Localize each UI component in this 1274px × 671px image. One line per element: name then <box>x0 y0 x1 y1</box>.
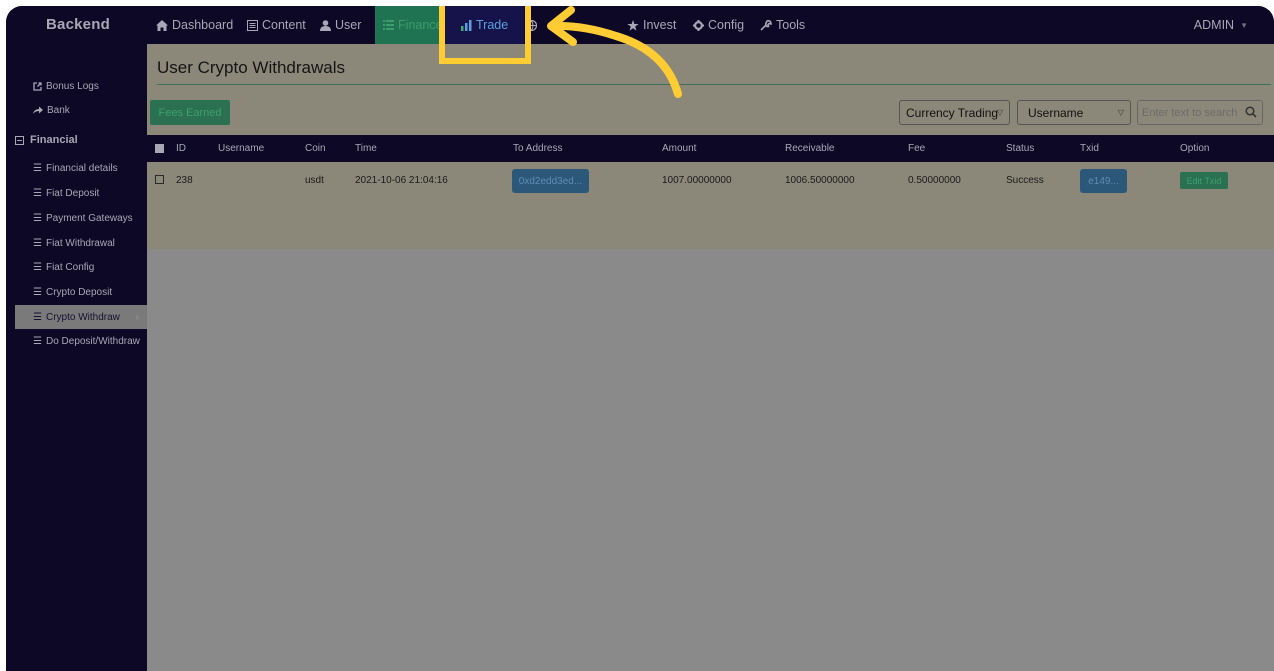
txid-button[interactable]: e149... <box>1080 169 1127 193</box>
column-header-username[interactable]: Username <box>218 135 264 162</box>
sidebar-item-label: Financial details <box>45 162 118 174</box>
external-link-icon <box>33 81 42 91</box>
trading-type-select[interactable]: Currency Trading ▽ <box>899 100 1010 125</box>
sidebar-item-fiat-withdrawal[interactable]: ☰ Fiat Withdrawal <box>6 231 147 255</box>
table-row: 238 usdt 2021-10-06 21:04:16 0xd2edd3ed.… <box>147 162 1274 198</box>
document-icon <box>247 19 258 31</box>
nav-config-label: Config <box>708 18 745 32</box>
title-divider <box>157 84 1271 85</box>
list-icon: ☰ <box>33 311 42 323</box>
column-header-fee[interactable]: Fee <box>908 135 925 162</box>
list-icon: ☰ <box>33 335 42 347</box>
sidebar-item-fiat-config[interactable]: ☰ Fiat Config <box>6 255 147 279</box>
chevron-right-icon: › <box>135 311 139 323</box>
list-icon: ☰ <box>33 162 42 174</box>
nav-dashboard[interactable]: Dashboard <box>156 6 233 44</box>
column-header-receivable[interactable]: Receivable <box>785 135 834 162</box>
nav-config[interactable]: Config <box>693 6 744 44</box>
share-arrow-icon <box>33 106 43 115</box>
column-header-txid[interactable]: Txid <box>1080 135 1099 162</box>
sidebar-item-bank[interactable]: Bank <box>6 98 147 122</box>
brand-logo[interactable]: Backend <box>46 16 110 33</box>
sidebar-item-label: Payment Gateways <box>45 212 133 224</box>
pointer-arrow-icon <box>547 6 682 98</box>
sidebar-item-label: Crypto Deposit <box>45 286 113 298</box>
sidebar-item-do-deposit-withdraw[interactable]: ☰ Do Deposit/Withdraw <box>6 329 147 353</box>
table-header: ID Username Coin Time To Address Amount … <box>147 135 1274 162</box>
sidebar-item-label: Do Deposit/Withdraw <box>45 335 140 347</box>
wrench-icon <box>760 19 772 31</box>
row-checkbox[interactable] <box>155 175 164 184</box>
main-content: User Crypto Withdrawals Fees Earned Curr… <box>147 44 1274 671</box>
sidebar-section-financial[interactable]: Financial <box>6 128 147 152</box>
search-input[interactable]: Enter text to search <box>1137 100 1263 125</box>
sidebar-item-label: Bank <box>47 104 70 116</box>
sidebar-item-label: Crypto Withdraw <box>45 311 120 323</box>
chevron-down-icon: ▽ <box>1117 108 1124 117</box>
home-icon <box>156 19 168 31</box>
column-header-amount[interactable]: Amount <box>662 135 696 162</box>
column-header-coin[interactable]: Coin <box>305 135 326 162</box>
nav-user[interactable]: User <box>320 6 361 44</box>
content-panel: User Crypto Withdrawals Fees Earned Curr… <box>147 44 1274 249</box>
app-window: Backend Dashboard Content User Finance T… <box>6 6 1274 671</box>
collapse-icon <box>15 135 24 145</box>
search-field-value: Username <box>1028 105 1084 120</box>
sidebar-item-label: Fiat Config <box>45 261 95 273</box>
highlight-box <box>439 6 531 64</box>
cell-id: 238 <box>176 174 193 186</box>
cell-coin: usdt <box>305 174 324 186</box>
sidebar: Bonus Logs Bank Financial ☰ Financial de… <box>6 44 147 671</box>
trading-type-value: Currency Trading <box>906 105 999 120</box>
page-title: User Crypto Withdrawals <box>157 58 345 77</box>
sidebar-item-label: Fiat Deposit <box>45 187 100 199</box>
nav-tools-label: Tools <box>776 18 806 32</box>
search-placeholder: Enter text to search <box>1142 106 1238 119</box>
chevron-down-icon: ▽ <box>996 108 1003 117</box>
list-icon: ☰ <box>33 261 42 273</box>
cell-fee: 0.50000000 <box>908 174 961 186</box>
column-header-status[interactable]: Status <box>1006 135 1034 162</box>
sidebar-item-financial-details[interactable]: ☰ Financial details <box>6 156 147 180</box>
sidebar-item-payment-gateways[interactable]: ☰ Payment Gateways <box>6 206 147 230</box>
cell-amount: 1007.00000000 <box>662 174 732 186</box>
nav-finance-label: Finance <box>398 18 443 32</box>
search-icon[interactable] <box>1245 106 1257 121</box>
list-icon: ☰ <box>33 237 42 249</box>
edit-txid-button[interactable]: Edit Txid <box>1180 172 1228 189</box>
sidebar-item-label: Bonus Logs <box>46 80 99 92</box>
column-header-id[interactable]: ID <box>176 135 186 162</box>
list-icon: ☰ <box>33 187 42 199</box>
column-header-to-address[interactable]: To Address <box>513 135 562 162</box>
nav-tools[interactable]: Tools <box>760 6 805 44</box>
sidebar-item-crypto-deposit[interactable]: ☰ Crypto Deposit <box>6 280 147 304</box>
cell-receivable: 1006.50000000 <box>785 174 855 186</box>
nav-user-label: User <box>335 18 362 32</box>
list-icon: ☰ <box>33 286 42 298</box>
sidebar-item-bonus-logs[interactable]: Bonus Logs <box>6 74 147 98</box>
sidebar-item-label: Fiat Withdrawal <box>45 237 115 249</box>
cell-time: 2021-10-06 21:04:16 <box>355 174 448 186</box>
admin-label: ADMIN <box>1193 18 1235 32</box>
nav-content-label: Content <box>262 18 306 32</box>
to-address-button[interactable]: 0xd2edd3ed... <box>512 169 589 193</box>
nav-content[interactable]: Content <box>247 6 306 44</box>
column-header-option: Option <box>1180 143 1210 154</box>
sidebar-section-label: Financial <box>30 134 78 146</box>
search-field-select[interactable]: Username ▽ <box>1017 100 1131 125</box>
list-icon <box>383 20 394 30</box>
user-icon <box>320 19 331 31</box>
column-header-time[interactable]: Time <box>355 135 377 162</box>
sidebar-item-crypto-withdraw[interactable]: ☰ Crypto Withdraw › <box>15 305 147 329</box>
list-icon: ☰ <box>33 212 42 224</box>
select-all-checkbox[interactable] <box>155 144 164 153</box>
admin-menu[interactable]: ADMIN ▼ <box>1194 6 1248 44</box>
caret-down-icon: ▼ <box>1240 20 1248 30</box>
sidebar-item-fiat-deposit[interactable]: ☰ Fiat Deposit <box>6 181 147 205</box>
fees-earned-button[interactable]: Fees Earned <box>150 100 230 125</box>
nav-dashboard-label: Dashboard <box>172 18 234 32</box>
cell-status: Success <box>1006 174 1044 186</box>
